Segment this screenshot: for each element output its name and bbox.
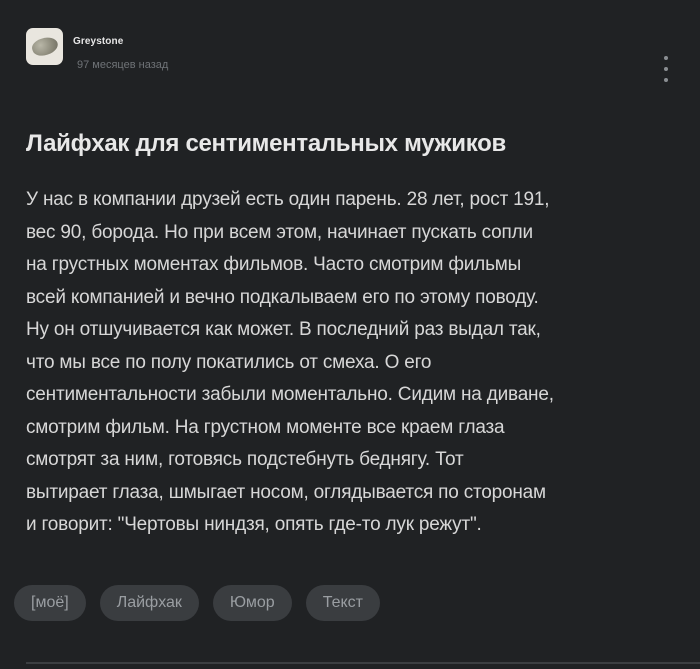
more-vertical-icon [664,67,668,71]
tag-humor[interactable]: Юмор [212,585,292,621]
post-body-text: У нас в компании друзей есть один парень… [26,189,554,535]
author-info: Greystone 97 месяцев назад [73,28,168,71]
more-vertical-icon [664,56,668,60]
tag-lifehack[interactable]: Лайфхак [99,585,199,621]
tag-moe[interactable]: [моё] [14,585,86,621]
more-options-button[interactable] [658,56,674,82]
tag-text[interactable]: Текст [305,585,380,621]
more-vertical-icon [664,78,668,82]
author-avatar[interactable] [26,28,63,65]
post-tags: [моё] Лайфхак Юмор Текст [14,585,380,621]
author-name-link[interactable]: Greystone [73,36,168,47]
stone-avatar-icon [30,34,60,59]
post-divider [26,662,700,664]
post-timestamp: 97 месяцев назад [77,59,169,71]
post-card: Greystone 97 месяцев назад Лайфхак для с… [0,0,700,669]
post-title[interactable]: Лайфхак для сентиментальных мужиков [26,130,676,158]
post-header: Greystone 97 месяцев назад [26,28,168,71]
